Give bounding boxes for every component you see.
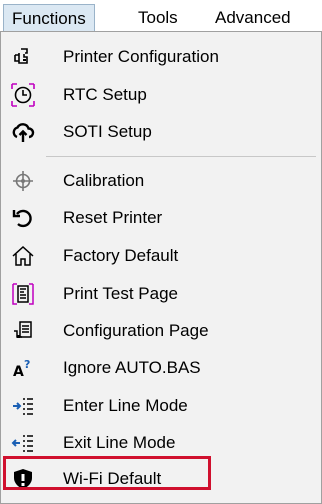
cloud-upload-icon xyxy=(12,123,35,142)
menu-item-label: Configuration Page xyxy=(63,321,209,340)
menu-item-label: Enter Line Mode xyxy=(63,396,188,415)
menu-item-label: RTC Setup xyxy=(63,85,147,104)
crosshair-icon xyxy=(13,171,33,191)
clock-icon xyxy=(11,83,35,107)
printer-config-icon xyxy=(14,48,28,64)
menu-item-label: Ignore AUTO.BAS xyxy=(63,358,201,377)
ignore-autobas-icon: A ? xyxy=(13,358,30,380)
menu-item-label: Printer Configuration xyxy=(63,47,219,66)
menu-separator xyxy=(46,156,316,157)
home-icon xyxy=(12,245,34,266)
menu-item-ignore-autobas[interactable]: A ? Ignore AUTO.BAS xyxy=(1,349,321,386)
menu-advanced[interactable]: Advanced xyxy=(207,4,299,32)
menu-item-printer-configuration[interactable]: Printer Configuration xyxy=(1,38,321,75)
highlight-box xyxy=(3,456,211,490)
menu-item-label: Print Test Page xyxy=(63,284,178,303)
menu-functions[interactable]: Functions xyxy=(3,4,95,32)
svg-text:?: ? xyxy=(24,358,30,371)
menu-tools[interactable]: Tools xyxy=(130,4,186,32)
menu-item-rtc-setup[interactable]: RTC Setup xyxy=(1,76,321,113)
menu-item-enter-line-mode[interactable]: Enter Line Mode xyxy=(1,387,321,424)
menu-item-label: Reset Printer xyxy=(63,208,163,227)
enter-line-mode-icon xyxy=(13,398,33,415)
menu-item-factory-default[interactable]: Factory Default xyxy=(1,237,321,274)
config-page-icon xyxy=(14,321,32,338)
menu-item-calibration[interactable]: Calibration xyxy=(1,162,321,199)
menu-item-label: SOTI Setup xyxy=(63,122,152,141)
test-page-icon xyxy=(12,283,34,305)
menu-item-label: Calibration xyxy=(63,171,145,190)
menu-item-configuration-page[interactable]: Configuration Page xyxy=(1,312,321,349)
menu-bar: Functions Tools Advanced xyxy=(0,0,322,35)
svg-text:A: A xyxy=(13,364,24,380)
menu-item-print-test-page[interactable]: Print Test Page xyxy=(1,275,321,312)
exit-line-mode-icon xyxy=(11,435,33,452)
functions-dropdown: Printer Configuration RTC Setup SOTI Set… xyxy=(0,31,322,504)
reset-arrow-icon xyxy=(12,209,32,228)
menu-item-soti-setup[interactable]: SOTI Setup xyxy=(1,113,321,150)
menu-item-label: Factory Default xyxy=(63,246,179,265)
menu-item-reset-printer[interactable]: Reset Printer xyxy=(1,199,321,236)
